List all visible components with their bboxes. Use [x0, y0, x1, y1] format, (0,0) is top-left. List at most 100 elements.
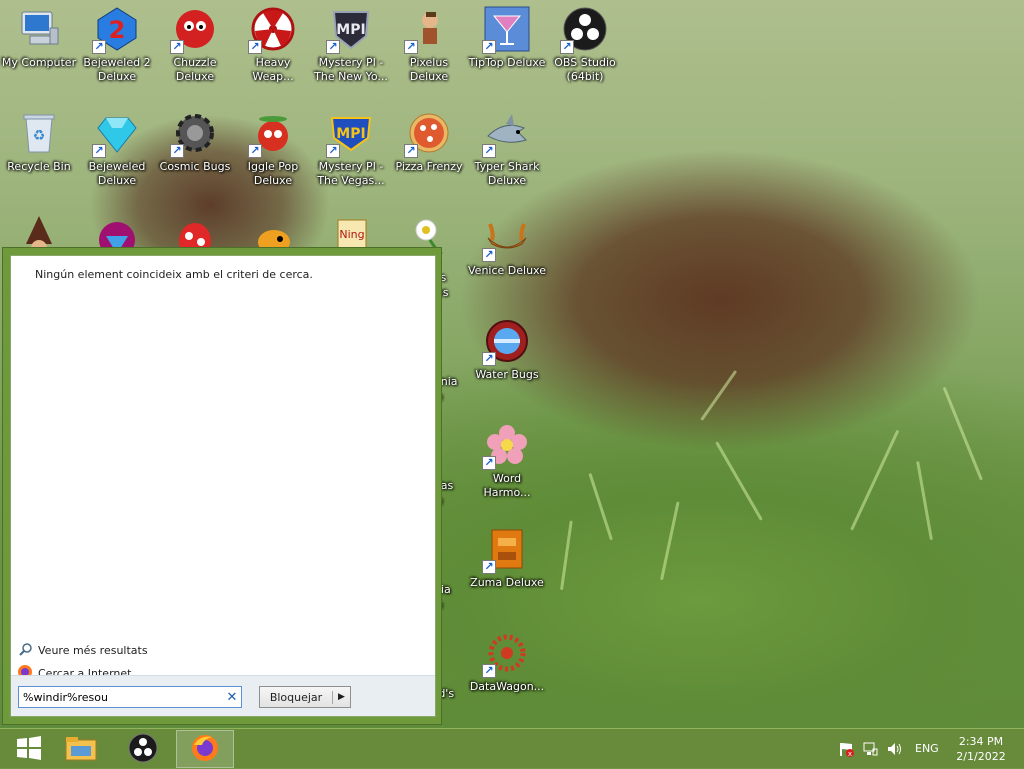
- magnifier-icon: [19, 642, 33, 659]
- desktop-icon-label: Zuma Deluxe: [470, 576, 544, 589]
- obs-icon: ↗: [560, 6, 608, 54]
- desktop-icon-label: My Computer: [1, 56, 77, 69]
- porthole-icon: ↗: [482, 318, 530, 366]
- mystery-pi-vegas-icon: MPI ↗: [326, 110, 374, 158]
- obs-icon: [128, 733, 158, 766]
- shortcut-arrow-icon: ↗: [560, 40, 574, 54]
- taskbar: x ENG 2:34 PM 2/1/2022: [0, 728, 1024, 769]
- svg-text:x: x: [848, 750, 852, 757]
- desktop-icon-my-computer[interactable]: My Computer: [0, 0, 78, 100]
- shortcut-arrow-icon: ↗: [404, 144, 418, 158]
- desktop-icon-tiptop[interactable]: ↗ TipTop Deluxe: [468, 0, 546, 100]
- start-menu-footer: %windir%resou ✕ Bloquejar ▶: [11, 675, 435, 716]
- desktop-icon-label: DataWagon...: [469, 680, 545, 693]
- desktop-icon-bejeweled-2[interactable]: 2 ↗ Bejeweled 2 Deluxe: [78, 0, 156, 100]
- desktop-icon-label: Pixelus Deluxe: [409, 56, 449, 83]
- volume-icon[interactable]: [886, 741, 902, 757]
- desktop-icon-label: Mystery PI - The New Yo...: [314, 56, 388, 83]
- desktop-icon-label: Typer Shark Deluxe: [474, 160, 540, 187]
- firefox-icon: [190, 733, 220, 766]
- shortcut-arrow-icon: ↗: [482, 664, 496, 678]
- start-button[interactable]: [0, 730, 58, 768]
- desktop-icon-pixelus[interactable]: ↗ Pixelus Deluxe: [390, 0, 468, 100]
- shortcut-arrow-icon: ↗: [248, 144, 262, 158]
- start-search-value[interactable]: %windir%resou: [19, 691, 223, 704]
- flower-icon: ↗: [482, 422, 530, 470]
- gondola-icon: ↗: [482, 214, 530, 262]
- mystery-pi-icon: MPI ↗: [326, 6, 374, 54]
- recycle-bin-icon: ♻: [16, 110, 62, 156]
- desktop-icon-label: Word Harmo...: [483, 472, 531, 499]
- desktop-icon-label: Pizza Frenzy: [395, 160, 463, 173]
- desktop-icon-label: Bejeweled Deluxe: [88, 160, 146, 187]
- desktop-icon-chuzzle[interactable]: ↗ Chuzzle Deluxe: [156, 0, 234, 100]
- lock-button-group: Bloquejar ▶: [259, 686, 351, 708]
- shortcut-arrow-icon: ↗: [326, 144, 340, 158]
- desktop-icon-obs-studio[interactable]: ↗ OBS Studio (64bit): [546, 0, 624, 100]
- svg-text:MPI: MPI: [336, 126, 365, 142]
- taskbar-file-explorer[interactable]: [52, 730, 110, 768]
- gear-icon: ↗: [170, 110, 218, 158]
- desktop-icon-zuma[interactable]: ↗ Zuma Deluxe: [468, 520, 546, 620]
- pixelus-icon: ↗: [404, 6, 452, 54]
- desktop-icon-bejeweled[interactable]: ↗ Bejeweled Deluxe: [78, 104, 156, 204]
- desktop-icon-label: OBS Studio (64bit): [554, 56, 616, 83]
- desktop-icon-label: Cosmic Bugs: [159, 160, 231, 173]
- lock-button[interactable]: Bloquejar: [260, 690, 333, 704]
- taskbar-firefox[interactable]: [176, 730, 234, 768]
- desktop-icon-label: Chuzzle Deluxe: [173, 56, 217, 83]
- bejeweled-2-icon: 2 ↗: [92, 6, 140, 54]
- shortcut-arrow-icon: ↗: [482, 144, 496, 158]
- svg-text:♻: ♻: [33, 128, 46, 144]
- system-clock[interactable]: 2:34 PM 2/1/2022: [950, 734, 1012, 764]
- desktop-icon-iggle-pop[interactable]: ↗ Iggle Pop Deluxe: [234, 104, 312, 204]
- start-search-input[interactable]: %windir%resou ✕: [18, 686, 242, 708]
- power-options-arrow-icon[interactable]: ▶: [333, 692, 350, 702]
- svg-text:MPI: MPI: [336, 22, 365, 38]
- desktop-icon-water-bugs[interactable]: ↗ Water Bugs: [468, 312, 546, 412]
- desktop-icon-label: Heavy Weap...: [252, 56, 294, 83]
- desktop-icon-mystery-pi-vegas[interactable]: MPI ↗ Mystery PI - The Vegas...: [312, 104, 390, 204]
- iggle-pop-icon: ↗: [248, 110, 296, 158]
- network-icon[interactable]: [862, 741, 878, 757]
- shortcut-arrow-icon: ↗: [92, 144, 106, 158]
- desktop-icon-typer-shark[interactable]: ↗ Typer Shark Deluxe: [468, 104, 546, 204]
- desktop-icon-word-harmony[interactable]: ↗ Word Harmo...: [468, 416, 546, 516]
- clear-search-icon[interactable]: ✕: [223, 690, 241, 705]
- desktop-icon-mystery-pi-new-york[interactable]: MPI ↗ Mystery PI - The New Yo...: [312, 0, 390, 100]
- shark-icon: ↗: [482, 110, 530, 158]
- shortcut-arrow-icon: ↗: [482, 40, 496, 54]
- shortcut-arrow-icon: ↗: [170, 40, 184, 54]
- pizza-icon: ↗: [404, 110, 452, 158]
- no-results-message: Ningún element coincideix amb el criteri…: [35, 268, 313, 281]
- desktop-icon-pizza-frenzy[interactable]: ↗ Pizza Frenzy: [390, 104, 468, 204]
- file-explorer-icon: [65, 734, 97, 765]
- shortcut-arrow-icon: ↗: [326, 40, 340, 54]
- clock-date: 2/1/2022: [956, 750, 1006, 763]
- shortcut-arrow-icon: ↗: [482, 456, 496, 470]
- shortcut-arrow-icon: ↗: [170, 144, 184, 158]
- shortcut-arrow-icon: ↗: [482, 248, 496, 262]
- desktop-icon-heavy-weapon[interactable]: ↗ Heavy Weap...: [234, 0, 312, 100]
- diamond-icon: ↗: [92, 110, 140, 158]
- desktop-icon-label: Iggle Pop Deluxe: [247, 160, 299, 187]
- computer-icon: [16, 6, 62, 52]
- action-center-flag-icon[interactable]: x: [838, 741, 854, 758]
- more-results-label: Veure més resultats: [38, 644, 148, 657]
- shortcut-arrow-icon: ↗: [404, 40, 418, 54]
- datawagon-icon: ↗: [482, 630, 530, 678]
- taskbar-obs[interactable]: [114, 730, 172, 768]
- desktop-icon-venice[interactable]: ↗ Venice Deluxe: [468, 208, 546, 308]
- desktop-icon-label: Venice Deluxe: [468, 264, 546, 277]
- shortcut-arrow-icon: ↗: [248, 40, 262, 54]
- more-results-link[interactable]: Veure més resultats: [19, 642, 148, 659]
- cocktail-icon: ↗: [482, 6, 530, 54]
- svg-text:Ning: Ning: [339, 228, 364, 241]
- input-language-indicator[interactable]: ENG: [915, 742, 939, 755]
- chuzzle-icon: ↗: [170, 6, 218, 54]
- radiation-icon: ↗: [248, 6, 296, 54]
- desktop-icon-datawagon[interactable]: ↗ DataWagon...: [468, 624, 546, 724]
- shortcut-arrow-icon: ↗: [482, 352, 496, 366]
- desktop-icon-cosmic-bugs[interactable]: ↗ Cosmic Bugs: [156, 104, 234, 204]
- desktop-icon-recycle-bin[interactable]: ♻ Recycle Bin: [0, 104, 78, 204]
